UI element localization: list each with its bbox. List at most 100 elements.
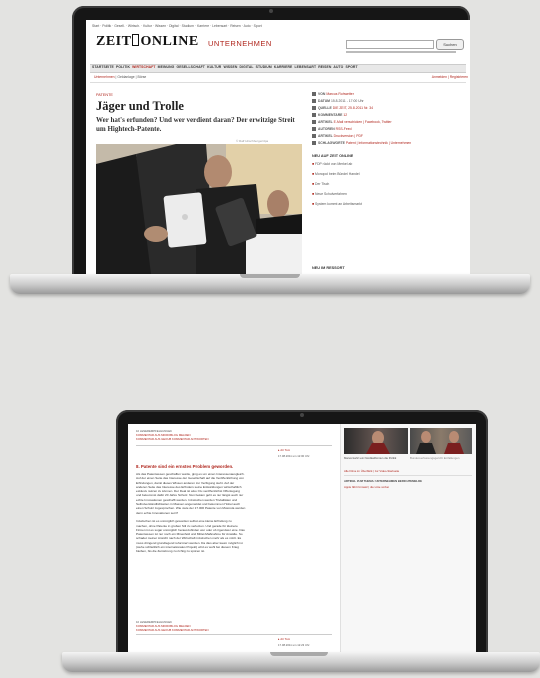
news-title: NEU AUF ZEIT ONLINE [312, 154, 354, 158]
main-nav-item[interactable]: WISSEN [223, 65, 237, 69]
meta-value[interactable]: RSS-Feed [336, 127, 352, 131]
top-link-bar: Start · Politik · Gesell. · Wirtsch. · K… [92, 24, 262, 28]
nav-link[interactable]: Auto [244, 24, 251, 28]
meta-row: QUELLE DIE ZEIT, 25.8.2011 Nr. 34 [312, 106, 468, 113]
meta-row: KOMMENTARE 12 [312, 113, 468, 120]
reply-link-foot[interactable]: KOMMENTAR AUS GEOUB KOMMENTAR ANTWORTEN [136, 628, 209, 632]
print-icon [312, 134, 316, 139]
meta-label: QUELLE [318, 106, 332, 110]
nav-link[interactable]: Start [92, 24, 99, 28]
nav-link[interactable]: Lebensart [212, 24, 227, 28]
meta-row: SCHLAGWORTE Patent | Informationstechnik… [312, 141, 468, 148]
meta-value[interactable]: 12 [343, 113, 347, 117]
meta-row: VON Marcus Rohwetter [312, 92, 468, 99]
main-nav-item[interactable]: STARTSEITE [92, 65, 114, 69]
nav-link[interactable]: Karriere [197, 24, 209, 28]
meta-value[interactable]: Druckversion | PDF [334, 134, 363, 138]
search-option-line [346, 51, 456, 54]
news-item[interactable]: ■ Neue Schulverfahren [312, 192, 468, 202]
nav-link[interactable]: Gesell. [114, 24, 125, 28]
meta-label: ARTIKEL [318, 134, 333, 138]
news-item-text: FDP rückt von Merkel ab [315, 162, 353, 166]
news-item[interactable]: ■ Der Tisch [312, 182, 468, 192]
video-caption[interactable]: Marvel kehrt ein Nordkalifornien die Pol… [344, 456, 408, 461]
top-screen: Start · Politik · Gesell. · Wirtsch. · K… [86, 20, 470, 274]
comment-divider-foot [136, 634, 332, 635]
logo-zeit: ZEIT [96, 34, 132, 49]
main-nav-item[interactable]: KARRIERE [274, 65, 293, 69]
related-link[interactable]: Apple fährt Umsatz | die Linie vorbei [344, 485, 472, 489]
meta-label: SCHLAGWORTE [318, 141, 345, 145]
nav-link[interactable]: Wissen [155, 24, 166, 28]
comment-title: 8. Patente sind ein ernstes Problem gewo… [136, 464, 234, 469]
reply-link[interactable]: KOMMENTAR AUS GEOUB KOMMENTAR ANTWORTEN [136, 437, 209, 441]
rss-icon [312, 127, 316, 132]
top-laptop-notch [240, 274, 300, 278]
meta-value: 15.8.2011 - 17:00 Uhr [330, 99, 364, 103]
comment-line: bleiben, bis die Zerstörung zu richtig z… [136, 549, 205, 554]
main-nav-item[interactable]: KULTUR [207, 65, 221, 69]
video-caption[interactable]: Bundesverfassungsgericht Entfaltungen [410, 456, 472, 461]
sub-nav-item[interactable]: Börse [137, 75, 146, 79]
article-kicker: PATENTE [96, 93, 113, 97]
meta-label: DATUM [318, 99, 330, 103]
main-nav-item[interactable]: GESELLSCHAFT [176, 65, 205, 69]
person-icon [312, 92, 316, 97]
ressort-title: NEU IM RESSORT [312, 266, 345, 270]
sidebar-divider [344, 475, 472, 476]
main-nav-item[interactable]: STUDIUM [256, 65, 272, 69]
nav-link[interactable]: Digital [169, 24, 178, 28]
reply-date: 17.08.2011 um 12:23 Uhr [278, 643, 310, 647]
meta-label: AUTOREN [318, 127, 335, 131]
article-photo[interactable] [96, 144, 302, 274]
sub-nav-item[interactable]: Unternehmen [94, 75, 115, 79]
news-item[interactable]: ■ FDP rückt von Merkel ab [312, 162, 468, 172]
meta-value[interactable]: DIE ZEIT, 25.8.2011 Nr. 34 [333, 106, 373, 110]
nav-link[interactable]: Kultur [143, 24, 152, 28]
nav-link[interactable]: Studium [182, 24, 194, 28]
main-nav-item[interactable]: REISEN [318, 65, 331, 69]
share-icon [312, 120, 316, 125]
meta-value[interactable]: Marcus Rohwetter [326, 92, 354, 96]
sub-nav-divider [90, 82, 466, 83]
main-nav-item[interactable]: MEINUNG [158, 65, 175, 69]
related-title: ARTIKEL ZUM THEMA: UNTERNEHMEN BERICHTEM… [344, 479, 422, 483]
video-thumbnail-illustration [366, 431, 390, 454]
search-input[interactable] [346, 40, 434, 49]
login-links[interactable]: Anmelden | Registrieren [404, 75, 468, 79]
search-button[interactable]: Suchen [436, 39, 464, 50]
main-nav-item[interactable]: SPORT [345, 65, 357, 69]
news-item[interactable]: ■ System kommt an Arbeitsmarkt [312, 202, 468, 212]
meta-value[interactable]: E-Mail verschicken | Facebook, Twitter [334, 120, 392, 124]
main-nav-item[interactable]: LEBENSART [295, 65, 317, 69]
main-nav-item[interactable]: DIGITAL [240, 65, 254, 69]
video-thumbnail[interactable] [344, 428, 408, 454]
zeit-online-logo[interactable]: ZEIT ONLINE [96, 34, 199, 50]
newspaper-icon [312, 106, 316, 111]
main-nav-item[interactable]: POLITIK [116, 65, 130, 69]
comment-icon [312, 113, 316, 118]
meta-label: KOMMENTARE [318, 113, 343, 117]
video-overview-link[interactable]: Alle Filme im Überblick | zur Video-Star… [344, 469, 472, 473]
main-nav-items: STARTSEITE POLITIK WIRTSCHAFT MEINUNG GE… [92, 65, 466, 69]
main-nav-item-active[interactable]: WIRTSCHAFT [132, 65, 155, 69]
main-nav-item[interactable]: AUTO [333, 65, 343, 69]
article-headline[interactable]: Jäger und Trolle [96, 99, 184, 114]
top-camera [269, 9, 273, 13]
sub-nav-item[interactable]: Geldanlage [117, 75, 134, 79]
nav-link[interactable]: Politik [102, 24, 111, 28]
nav-link[interactable]: Sport [254, 24, 262, 28]
nav-link[interactable]: Wirtsch. [128, 24, 140, 28]
section-title: UNTERNEHMEN [208, 39, 272, 48]
search-button-label: Suchen [443, 42, 457, 47]
comment-user[interactable]: ▸ dtr Tom [278, 448, 290, 452]
meta-label: ARTIKEL [318, 120, 333, 124]
video-thumbnail[interactable] [410, 428, 472, 454]
article-deck: Wer hat's erfunden? Und wer verdient dar… [96, 116, 295, 133]
meta-value[interactable]: Patent | Informationstechnik | Unternehm… [346, 141, 411, 145]
meta-row: AUTOREN RSS-Feed [312, 127, 468, 134]
nav-link[interactable]: Reisen [230, 24, 241, 28]
news-item[interactable]: ■ Monopol beim Bündel Handel [312, 172, 468, 182]
comment-date: 17.08.2011 um 12:00 Uhr [278, 454, 310, 458]
reply-user[interactable]: ▸ dtr Tom [278, 637, 290, 641]
